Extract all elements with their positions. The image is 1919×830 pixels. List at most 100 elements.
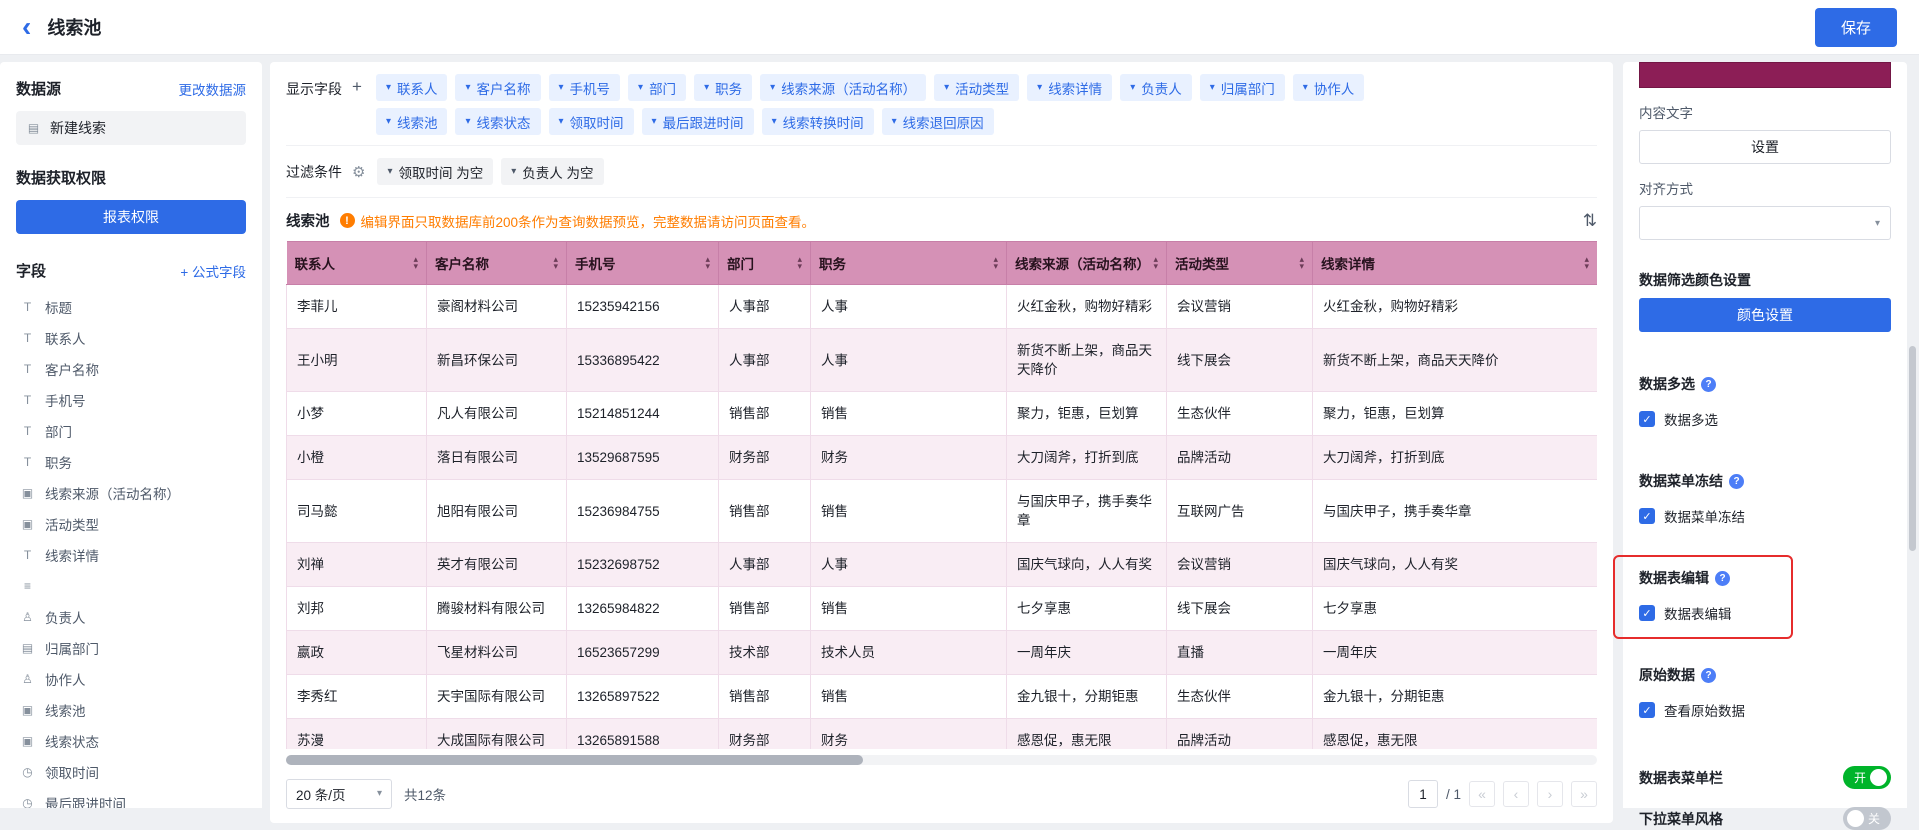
table-cell[interactable]: 人事 <box>811 285 1007 329</box>
first-page-button[interactable]: « <box>1469 781 1495 807</box>
table-cell[interactable]: 金九银十，分期钜惠 <box>1007 675 1167 719</box>
table-cell[interactable]: 感恩促，惠无限 <box>1007 719 1167 750</box>
last-page-button[interactable]: » <box>1571 781 1597 807</box>
table-cell[interactable]: 13265897522 <box>567 675 719 719</box>
table-cell[interactable]: 小梦 <box>287 392 427 436</box>
column-sort-icon[interactable]: ▴▾ <box>993 256 998 270</box>
content-settings-button[interactable]: 设置 <box>1639 130 1891 164</box>
table-cell[interactable]: 会议营销 <box>1167 543 1313 587</box>
table-cell[interactable]: 互联网广告 <box>1167 480 1313 543</box>
table-cell[interactable]: 财务部 <box>719 719 811 750</box>
table-cell[interactable]: 火红金秋，购物好精彩 <box>1007 285 1167 329</box>
field-item[interactable]: ▣线索状态 <box>16 725 246 756</box>
table-cell[interactable]: 司马懿 <box>287 480 427 543</box>
table-cell[interactable]: 人事 <box>811 543 1007 587</box>
table-cell[interactable]: 与国庆甲子，携手奏华章 <box>1313 480 1598 543</box>
table-cell[interactable]: 人事部 <box>719 543 811 587</box>
table-cell[interactable]: 销售部 <box>719 480 811 543</box>
table-cell[interactable]: 新昌环保公司 <box>427 329 567 392</box>
table-cell[interactable]: 品牌活动 <box>1167 719 1313 750</box>
field-chip[interactable]: ▾客户名称 <box>455 74 540 101</box>
table-cell[interactable]: 13529687595 <box>567 436 719 480</box>
color-settings-button[interactable]: 颜色设置 <box>1639 298 1891 332</box>
field-chip[interactable]: ▾线索退回原因 <box>882 108 994 135</box>
table-cell[interactable]: 一周年庆 <box>1007 631 1167 675</box>
table-cell[interactable]: 大刀阔斧，打折到底 <box>1007 436 1167 480</box>
table-cell[interactable]: 大刀阔斧，打折到底 <box>1313 436 1598 480</box>
table-cell[interactable]: 生态伙伴 <box>1167 675 1313 719</box>
table-cell[interactable]: 销售部 <box>719 675 811 719</box>
column-sort-icon[interactable]: ▴▾ <box>1153 256 1158 270</box>
field-chip[interactable]: ▾领取时间 <box>549 108 634 135</box>
field-chip[interactable]: ▾最后跟进时间 <box>642 108 754 135</box>
column-header[interactable]: 活动类型▴▾ <box>1167 242 1313 285</box>
table-cell[interactable]: 15232698752 <box>567 543 719 587</box>
table-cell[interactable]: 财务 <box>811 719 1007 750</box>
table-cell[interactable]: 火红金秋，购物好精彩 <box>1313 285 1598 329</box>
multi-select-checkbox[interactable]: ✓ <box>1639 411 1655 427</box>
table-cell[interactable]: 英才有限公司 <box>427 543 567 587</box>
save-button[interactable]: 保存 <box>1815 8 1897 47</box>
table-cell[interactable]: 七夕享惠 <box>1313 587 1598 631</box>
column-sort-icon[interactable]: ▴▾ <box>1299 256 1304 270</box>
table-cell[interactable]: 旭阳有限公司 <box>427 480 567 543</box>
column-sort-icon[interactable]: ▴▾ <box>553 256 558 270</box>
report-permission-button[interactable]: 报表权限 <box>16 200 246 234</box>
table-cell[interactable]: 飞星材料公司 <box>427 631 567 675</box>
table-cell[interactable]: 新货不断上架，商品天天降价 <box>1007 329 1167 392</box>
field-item[interactable]: T联系人 <box>16 322 246 353</box>
field-chip[interactable]: ▾线索池 <box>376 108 448 135</box>
menu-freeze-checkbox[interactable]: ✓ <box>1639 508 1655 524</box>
table-cell[interactable]: 国庆气球向，人人有奖 <box>1313 543 1598 587</box>
table-cell[interactable]: 销售部 <box>719 392 811 436</box>
add-formula-field-link[interactable]: + 公式字段 <box>180 261 246 281</box>
back-button[interactable]: ‹ <box>22 13 31 41</box>
column-sort-icon[interactable]: ▴▾ <box>705 256 710 270</box>
table-cell[interactable]: 新货不断上架，商品天天降价 <box>1313 329 1598 392</box>
table-cell[interactable]: 销售 <box>811 675 1007 719</box>
table-cell[interactable]: 13265984822 <box>567 587 719 631</box>
field-chip[interactable]: ▾线索转换时间 <box>762 108 874 135</box>
table-cell[interactable]: 生态伙伴 <box>1167 392 1313 436</box>
column-header[interactable]: 联系人▴▾ <box>287 242 427 285</box>
field-chip[interactable]: ▾负责人 <box>1120 74 1192 101</box>
table-cell[interactable]: 16523657299 <box>567 631 719 675</box>
gear-icon[interactable]: ⚙ <box>352 163 365 181</box>
table-cell[interactable]: 品牌活动 <box>1167 436 1313 480</box>
table-cell[interactable]: 人事部 <box>719 329 811 392</box>
field-item[interactable]: ▣活动类型 <box>16 508 246 539</box>
help-icon[interactable]: ? <box>1729 474 1744 489</box>
table-cell[interactable]: 苏漫 <box>287 719 427 750</box>
field-item[interactable]: T标题 <box>16 291 246 322</box>
table-cell[interactable]: 财务部 <box>719 436 811 480</box>
table-cell[interactable]: 聚力，钜惠，巨划算 <box>1313 392 1598 436</box>
column-header[interactable]: 线索来源（活动名称）▴▾ <box>1007 242 1167 285</box>
column-header[interactable]: 手机号▴▾ <box>567 242 719 285</box>
table-cell[interactable]: 国庆气球向，人人有奖 <box>1007 543 1167 587</box>
table-cell[interactable]: 小橙 <box>287 436 427 480</box>
field-chip[interactable]: ▾部门 <box>628 74 686 101</box>
table-cell[interactable]: 线下展会 <box>1167 329 1313 392</box>
menu-bar-toggle[interactable]: 开 <box>1843 766 1891 789</box>
sort-order-icon[interactable]: ⇅ <box>1583 211 1597 231</box>
table-cell[interactable]: 豪阁材料公司 <box>427 285 567 329</box>
table-cell[interactable]: 一周年庆 <box>1313 631 1598 675</box>
table-cell[interactable]: 15235942156 <box>567 285 719 329</box>
table-cell[interactable]: 直播 <box>1167 631 1313 675</box>
table-cell[interactable]: 销售 <box>811 480 1007 543</box>
prev-page-button[interactable]: ‹ <box>1503 781 1529 807</box>
table-cell[interactable]: 人事部 <box>719 285 811 329</box>
field-chip[interactable]: ▾协作人 <box>1293 74 1365 101</box>
field-item[interactable]: ◷最后跟进时间 <box>16 787 246 808</box>
table-cell[interactable]: 腾骏材料有限公司 <box>427 587 567 631</box>
color-swatch[interactable] <box>1639 62 1891 88</box>
field-item[interactable]: ♙负责人 <box>16 601 246 632</box>
field-item[interactable]: T部门 <box>16 415 246 446</box>
add-display-field-button[interactable]: + <box>352 77 362 97</box>
field-item[interactable]: ▤归属部门 <box>16 632 246 663</box>
table-cell[interactable]: 凡人有限公司 <box>427 392 567 436</box>
column-header[interactable]: 客户名称▴▾ <box>427 242 567 285</box>
table-cell[interactable]: 销售 <box>811 587 1007 631</box>
field-item[interactable]: T手机号 <box>16 384 246 415</box>
table-cell[interactable]: 落日有限公司 <box>427 436 567 480</box>
